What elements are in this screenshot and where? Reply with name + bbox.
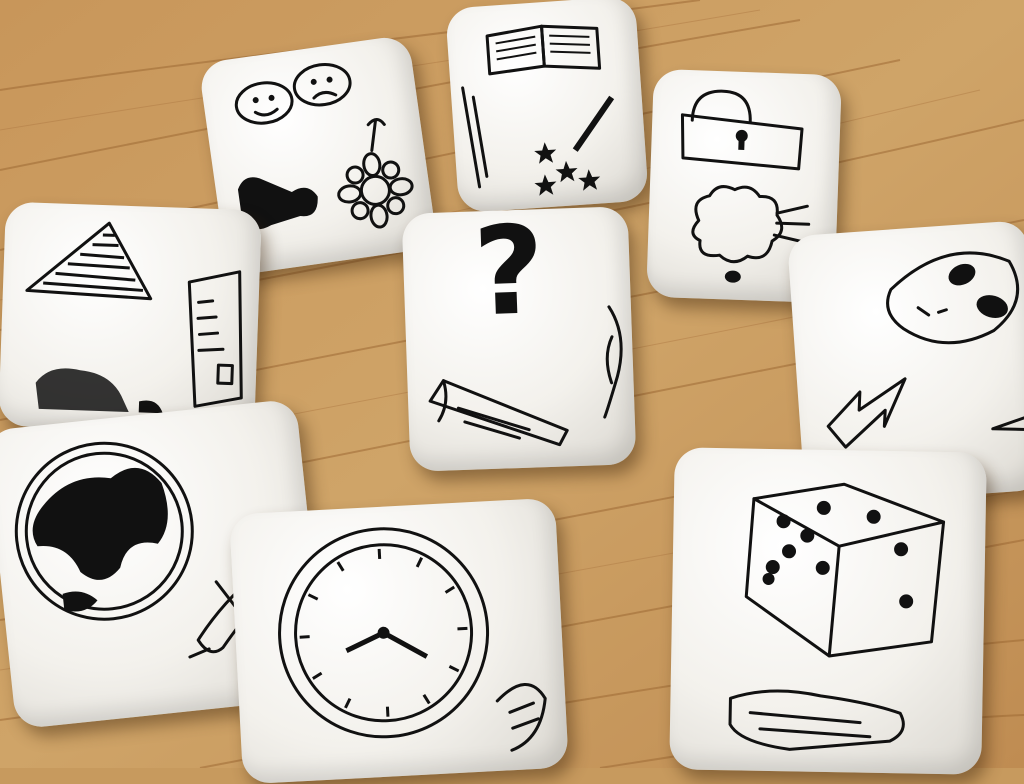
padlock-icon [681,90,804,169]
dice-icon [745,483,944,658]
id-card-icon [185,270,246,408]
open-book-icon [487,22,600,76]
globe-icon [8,435,201,628]
masks-icon [232,61,354,127]
cheese-icon [429,376,567,449]
magic-wand-icon [529,97,618,196]
die-question-cheese: ? [402,206,637,472]
table-scene: ? [0,0,1024,768]
clock-icon [274,523,493,742]
die-pyramid-card [0,202,262,435]
shell-icon [601,306,624,417]
die-clock-fish [229,498,569,784]
hedgehog-icon [35,367,164,413]
bridge-icon [463,87,488,188]
die-dice-hand [669,447,987,774]
arrow-icon [992,414,1024,433]
alien-face-icon [884,250,1021,347]
fish-icon [496,683,547,750]
pyramid-icon [27,220,154,298]
lightning-icon [825,379,909,448]
die-book-wand [445,0,649,213]
hand-icon [730,690,904,751]
